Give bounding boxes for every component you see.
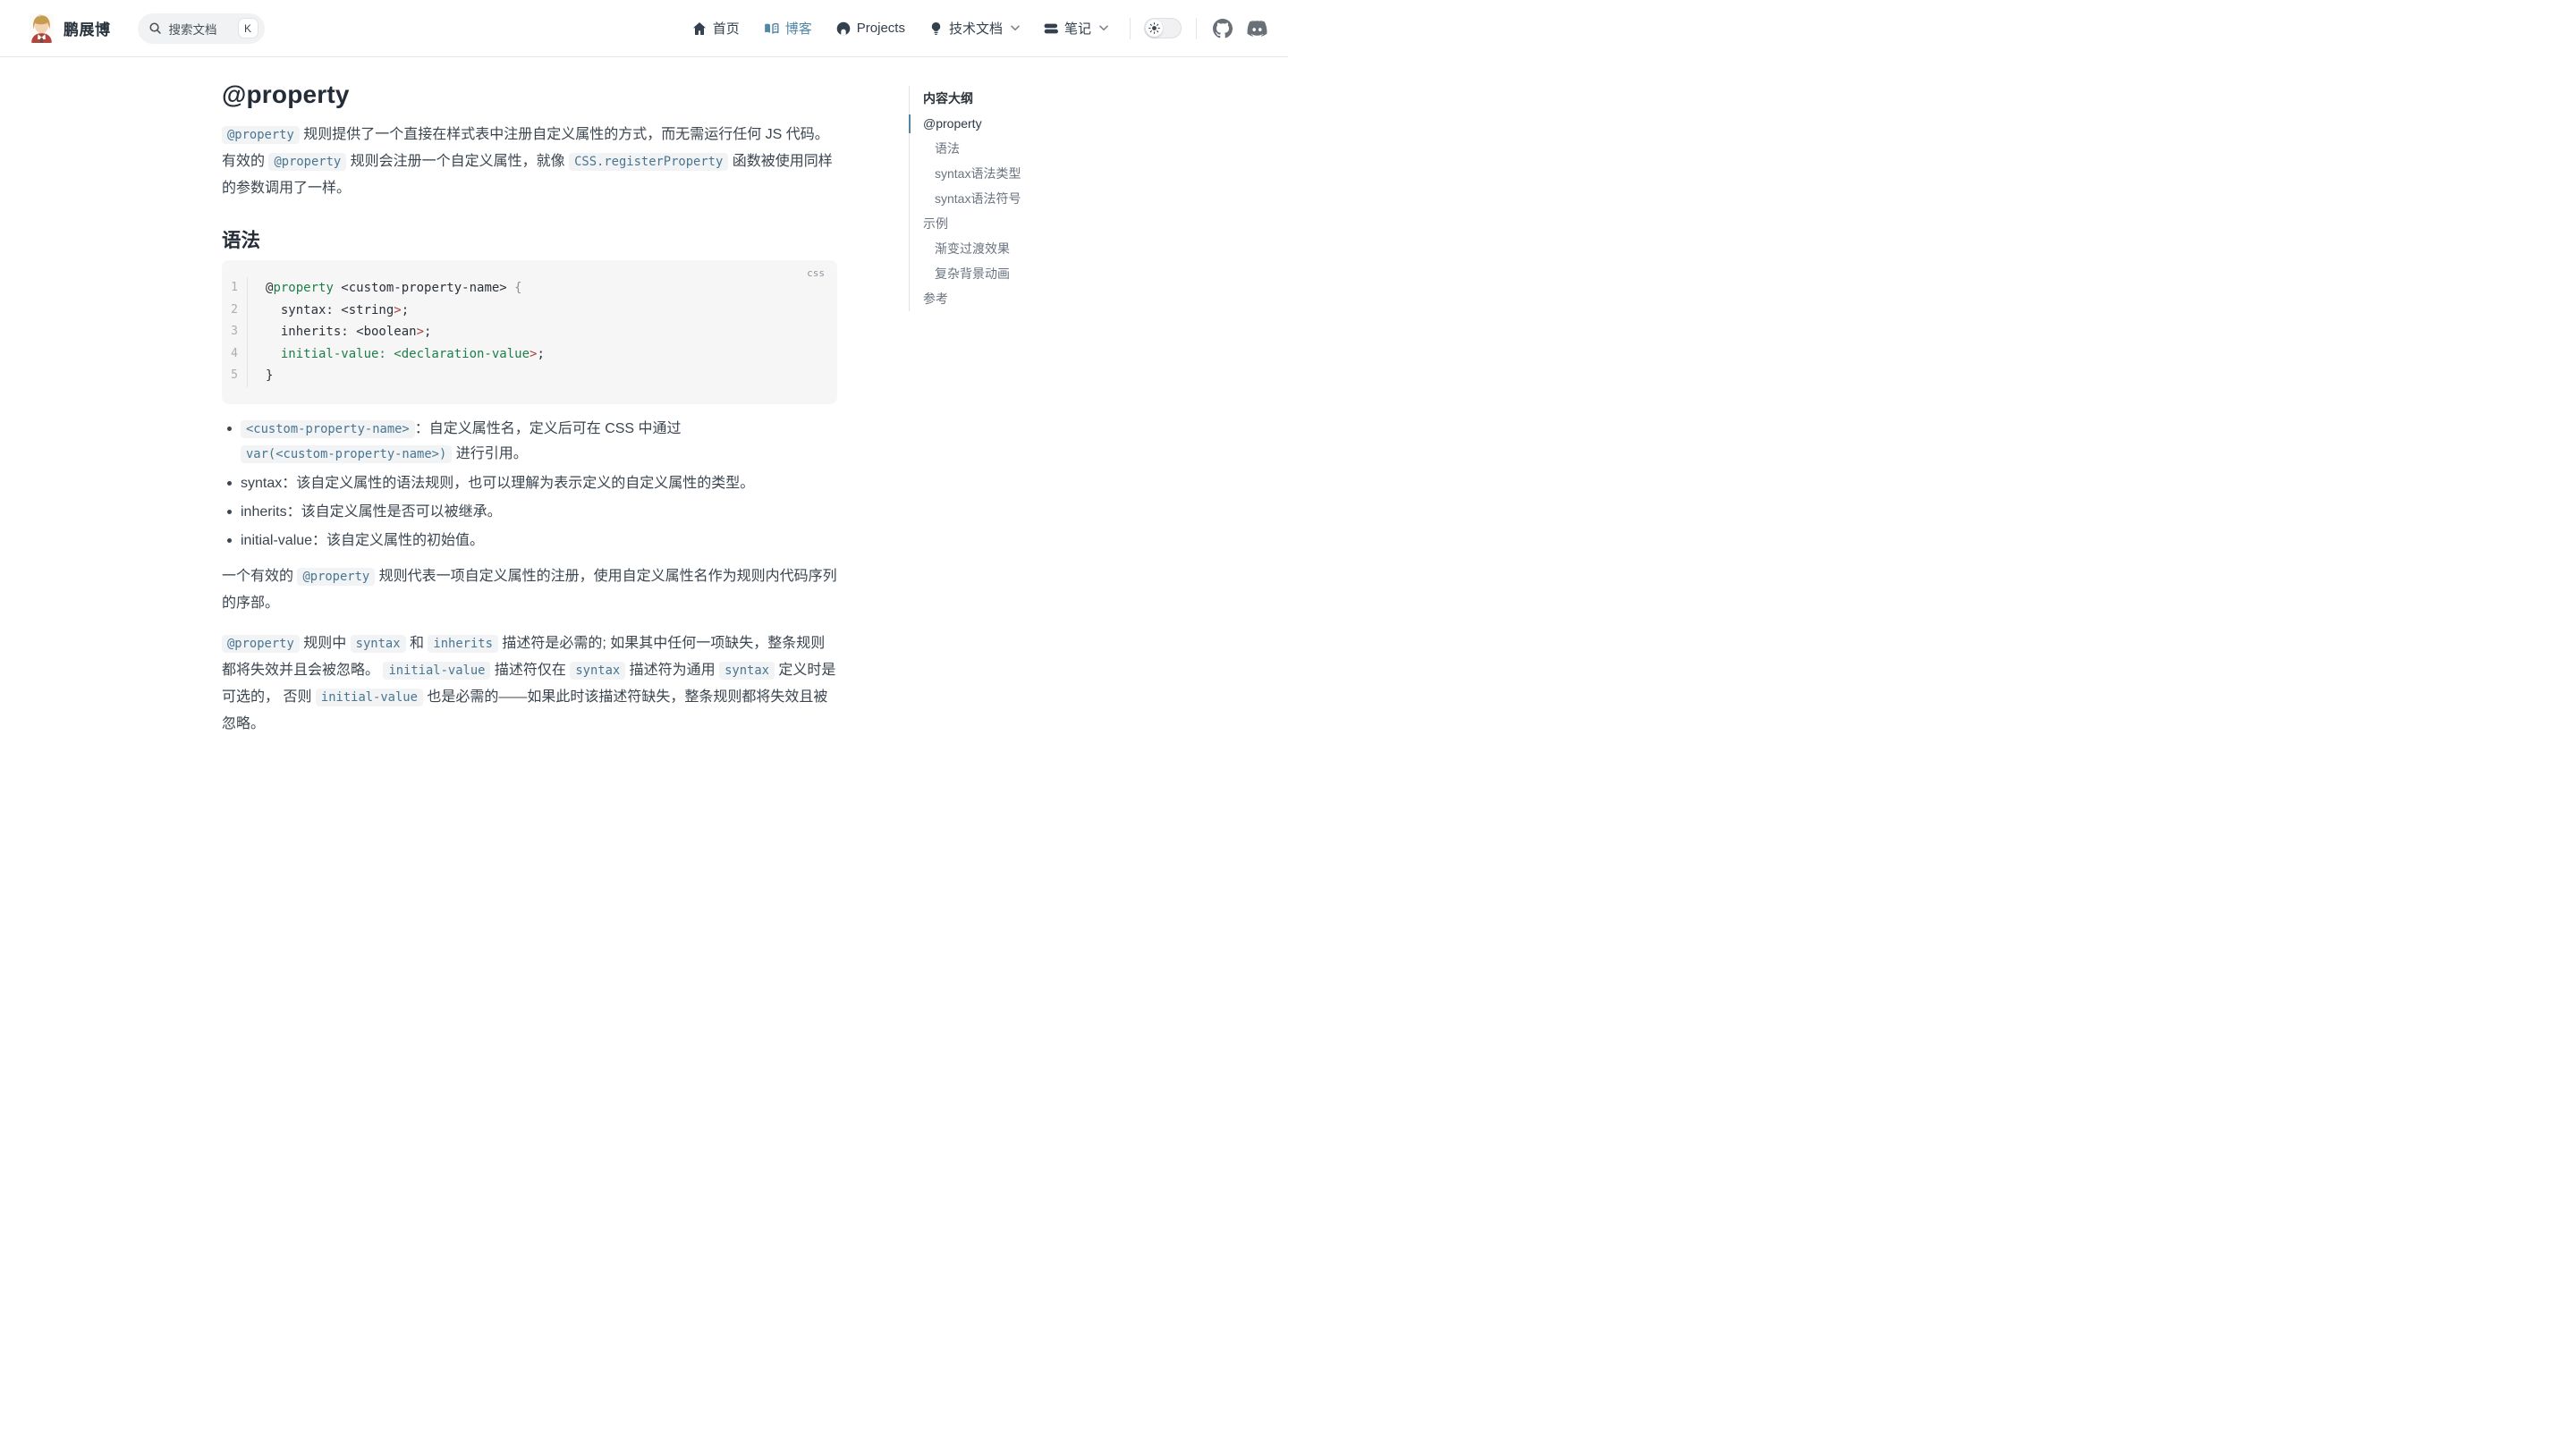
discord-link[interactable] <box>1246 20 1268 38</box>
search-shortcut-key: K <box>238 18 258 38</box>
github-icon <box>1213 19 1233 38</box>
code-line: @property <custom-property-name> { <box>266 277 545 300</box>
toc-item[interactable]: 渐变过渡效果 <box>923 236 1123 261</box>
lightbulb-icon <box>929 21 943 36</box>
toc-list: @property语法syntax语法类型syntax语法符号示例渐变过渡效果复… <box>923 111 1123 311</box>
syntax-heading: 语法 <box>222 228 837 253</box>
inline-code: syntax <box>719 662 775 680</box>
inline-code: @property <box>222 635 300 653</box>
nav-item-blog[interactable]: 博客 <box>764 19 812 38</box>
search-box[interactable]: 搜索文档 K <box>138 13 265 44</box>
list-item: <custom-property-name>：自定义属性名，定义后可在 CSS … <box>222 417 837 467</box>
code-line: syntax: <string>; <box>266 300 545 322</box>
list-item: syntax：该自定义属性的语法规则，也可以理解为表示定义的自定义属性的类型。 <box>222 471 837 495</box>
toc-sidebar: 内容大纲 @property语法syntax语法类型syntax语法符号示例渐变… <box>909 86 1123 311</box>
descriptor-list: <custom-property-name>：自定义属性名，定义后可在 CSS … <box>222 417 837 553</box>
site-title: 鹏展博 <box>64 17 111 39</box>
line-number: 2 <box>222 300 247 322</box>
toc-item[interactable]: 参考 <box>923 286 1123 311</box>
required-descriptors-paragraph: @property 规则中 syntax 和 inherits 描述符是必需的;… <box>222 630 837 737</box>
inline-code: syntax <box>570 662 625 680</box>
list-item: initial-value：该自定义属性的初始值。 <box>222 528 837 553</box>
line-number: 1 <box>222 277 247 300</box>
page-title: @property <box>222 79 837 111</box>
site-brand[interactable]: 鹏展博 <box>30 13 111 43</box>
divider <box>1196 18 1197 39</box>
book-icon <box>764 21 779 36</box>
notes-stack-icon <box>1044 21 1058 36</box>
code-line: } <box>266 365 545 387</box>
site-avatar <box>30 13 54 43</box>
inline-code: @property <box>222 126 300 144</box>
nav-item-notes[interactable]: 笔记 <box>1044 19 1108 38</box>
line-number: 3 <box>222 321 247 343</box>
inline-code: initial-value <box>383 662 490 680</box>
intro-paragraph: @property 规则提供了一个直接在样式表中注册自定义属性的方式，而无需运行… <box>222 122 837 201</box>
inline-code: @property <box>268 153 346 171</box>
code-language-label: css <box>807 267 825 279</box>
search-placeholder: 搜索文档 <box>169 20 217 38</box>
home-icon <box>692 21 707 36</box>
inline-code: @property <box>297 568 375 586</box>
github-link[interactable] <box>1213 19 1233 38</box>
search-icon <box>148 21 162 35</box>
theme-toggle[interactable] <box>1144 18 1182 38</box>
toc-item[interactable]: 示例 <box>923 211 1123 236</box>
toc-item[interactable]: syntax语法符号 <box>923 186 1123 211</box>
inline-code: syntax <box>351 635 406 653</box>
nav-item-tech-docs[interactable]: 技术文档 <box>929 19 1020 38</box>
inline-code: var(<custom-property-name>) <box>241 445 452 463</box>
article: @property @property 规则提供了一个直接在样式表中注册自定义属… <box>222 57 837 737</box>
sun-icon <box>1148 22 1160 34</box>
code-line: initial-value: <declaration-value>; <box>266 343 545 366</box>
top-navbar: 鹏展博 搜索文档 K 首页 博客 <box>0 0 1288 57</box>
social-links <box>1213 19 1268 38</box>
main-nav: 首页 博客 Projects 技术文档 <box>668 19 1108 38</box>
inline-code: CSS.registerProperty <box>569 153 728 171</box>
chevron-down-icon <box>1011 25 1020 31</box>
valid-rule-paragraph: 一个有效的 @property 规则代表一项自定义属性的注册，使用自定义属性名作… <box>222 563 837 616</box>
toc-item[interactable]: @property <box>923 111 1123 136</box>
toc-item[interactable]: syntax语法类型 <box>923 161 1123 186</box>
nav-item-home[interactable]: 首页 <box>692 19 740 38</box>
toc-item[interactable]: 语法 <box>923 136 1123 161</box>
nav-item-projects[interactable]: Projects <box>836 21 905 36</box>
code-line-numbers: 12345 <box>222 277 248 387</box>
toc-item[interactable]: 复杂背景动画 <box>923 261 1123 286</box>
toc-active-marker <box>909 114 911 133</box>
line-number: 4 <box>222 343 247 366</box>
theme-toggle-knob <box>1146 20 1163 37</box>
code-line: inherits: <boolean>; <box>266 321 545 343</box>
code-content: @property <custom-property-name> { synta… <box>248 277 545 387</box>
code-block[interactable]: css 12345 @property <custom-property-nam… <box>222 260 837 404</box>
toc-heading: 内容大纲 <box>923 86 1123 111</box>
inline-code: inherits <box>428 635 497 653</box>
list-item: inherits：该自定义属性是否可以被继承。 <box>222 500 837 524</box>
chevron-down-icon <box>1099 25 1108 31</box>
divider <box>1130 18 1131 39</box>
projects-icon <box>836 21 851 36</box>
inline-code: initial-value <box>316 689 423 706</box>
discord-icon <box>1246 20 1268 38</box>
line-number: 5 <box>222 365 247 387</box>
inline-code: <custom-property-name> <box>241 420 415 438</box>
